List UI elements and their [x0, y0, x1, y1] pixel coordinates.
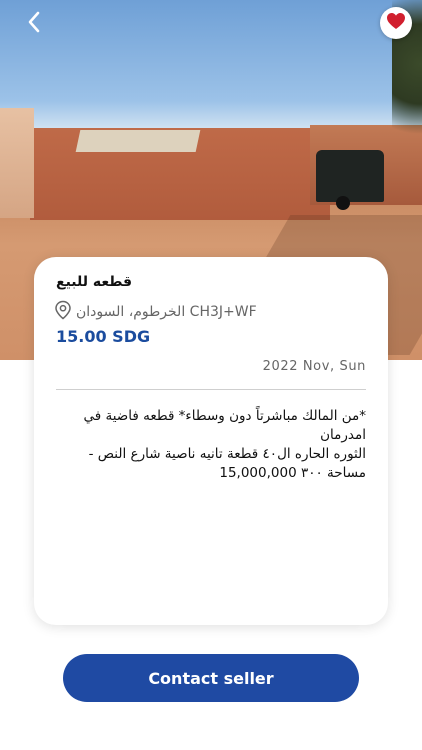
- back-button[interactable]: [20, 8, 48, 36]
- map-pin-icon: [54, 300, 72, 324]
- listing-title: قطعه للبيع: [56, 274, 133, 290]
- photo-gate: [0, 108, 34, 218]
- contact-seller-button[interactable]: Contact seller: [63, 654, 359, 702]
- listing-description: *من المالك مباشرتاً دون وسطاء* قطعه فاضي…: [83, 408, 366, 481]
- chevron-left-icon: [27, 11, 41, 33]
- listing-date: 2022 Nov, Sun: [262, 359, 366, 374]
- heart-icon: [386, 12, 406, 34]
- location-text: الخرطوم، السودان CH3J+WF: [76, 304, 257, 320]
- photo-rickshaw: [316, 150, 384, 210]
- location-row: الخرطوم، السودان CH3J+WF: [54, 300, 257, 324]
- listing-price: 15.00 SDG: [56, 327, 151, 346]
- listing-card: قطعه للبيع الخرطوم، السودان CH3J+WF 15.0…: [34, 257, 388, 625]
- listing-detail-screen: قطعه للبيع الخرطوم، السودان CH3J+WF 15.0…: [0, 0, 422, 750]
- photo-tarp: [75, 130, 201, 152]
- favorite-button[interactable]: [380, 7, 412, 39]
- divider: [56, 389, 366, 390]
